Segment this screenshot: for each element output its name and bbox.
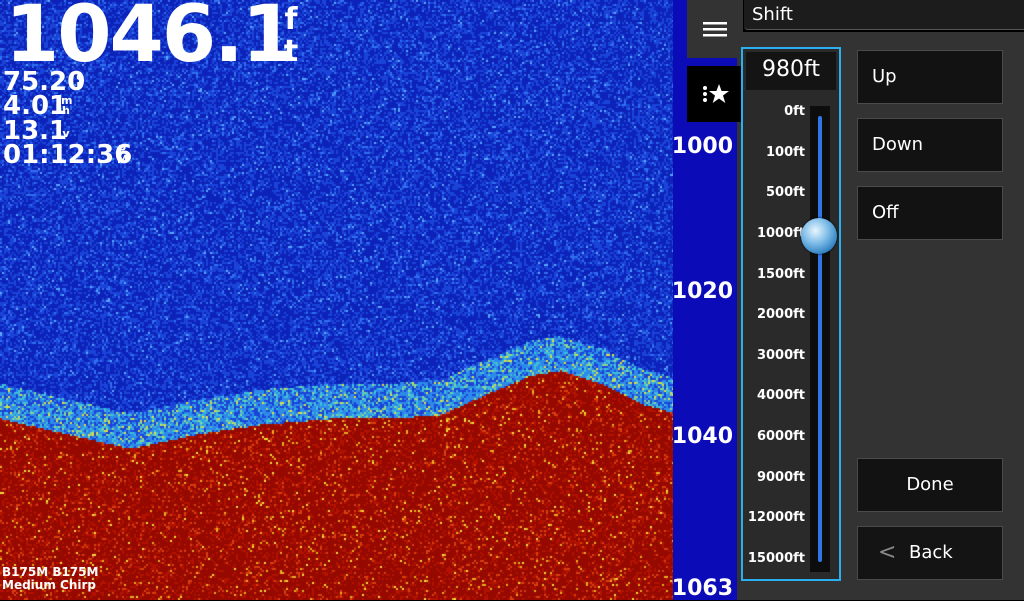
slider-level: 3000ft: [756, 348, 805, 363]
slider-level: 1000ft: [756, 226, 805, 241]
slider-level: 12000ft: [747, 510, 805, 525]
shift-up-button[interactable]: Up: [857, 50, 1003, 104]
slider-level: 500ft: [765, 185, 805, 200]
slider-level: 9000ft: [756, 470, 805, 485]
slider-fill: [818, 116, 822, 562]
sonar-view[interactable]: [0, 0, 673, 600]
slider-level: 6000ft: [756, 429, 805, 444]
depth-readout: 1046.1: [5, 0, 296, 80]
favorites-button[interactable]: [687, 66, 743, 122]
shift-off-button[interactable]: Off: [857, 186, 1003, 240]
slider-level: 15000ft: [747, 551, 805, 566]
depth-tick: 1000: [671, 134, 733, 159]
slider-level: 4000ft: [756, 388, 805, 403]
slider-level: 2000ft: [756, 307, 805, 322]
menu-button[interactable]: [687, 0, 743, 58]
time-readout: 01:12:36 P M: [3, 140, 133, 170]
shift-down-button[interactable]: Down: [857, 118, 1003, 172]
back-button[interactable]: < Back: [857, 526, 1003, 580]
depth-tick: 1020: [671, 279, 733, 304]
slider-level: 100ft: [765, 145, 805, 160]
depth-tick: 1063: [671, 576, 733, 601]
slider-thumb[interactable]: [801, 218, 837, 254]
chevron-left-icon: <: [878, 540, 897, 565]
hamburger-menu-icon: [703, 22, 727, 37]
depth-tick: 1040: [671, 424, 733, 449]
depth-unit: ft: [283, 2, 299, 69]
slider-level: 0ft: [784, 104, 805, 119]
slider-value: 980ft: [746, 52, 836, 90]
slider-level: 1500ft: [756, 267, 805, 282]
panel-title: Shift: [744, 0, 1024, 30]
favorites-list-icon: [703, 84, 729, 103]
transducer-info: B175M B175M Medium Chirp: [2, 565, 99, 592]
done-button[interactable]: Done: [857, 458, 1003, 512]
